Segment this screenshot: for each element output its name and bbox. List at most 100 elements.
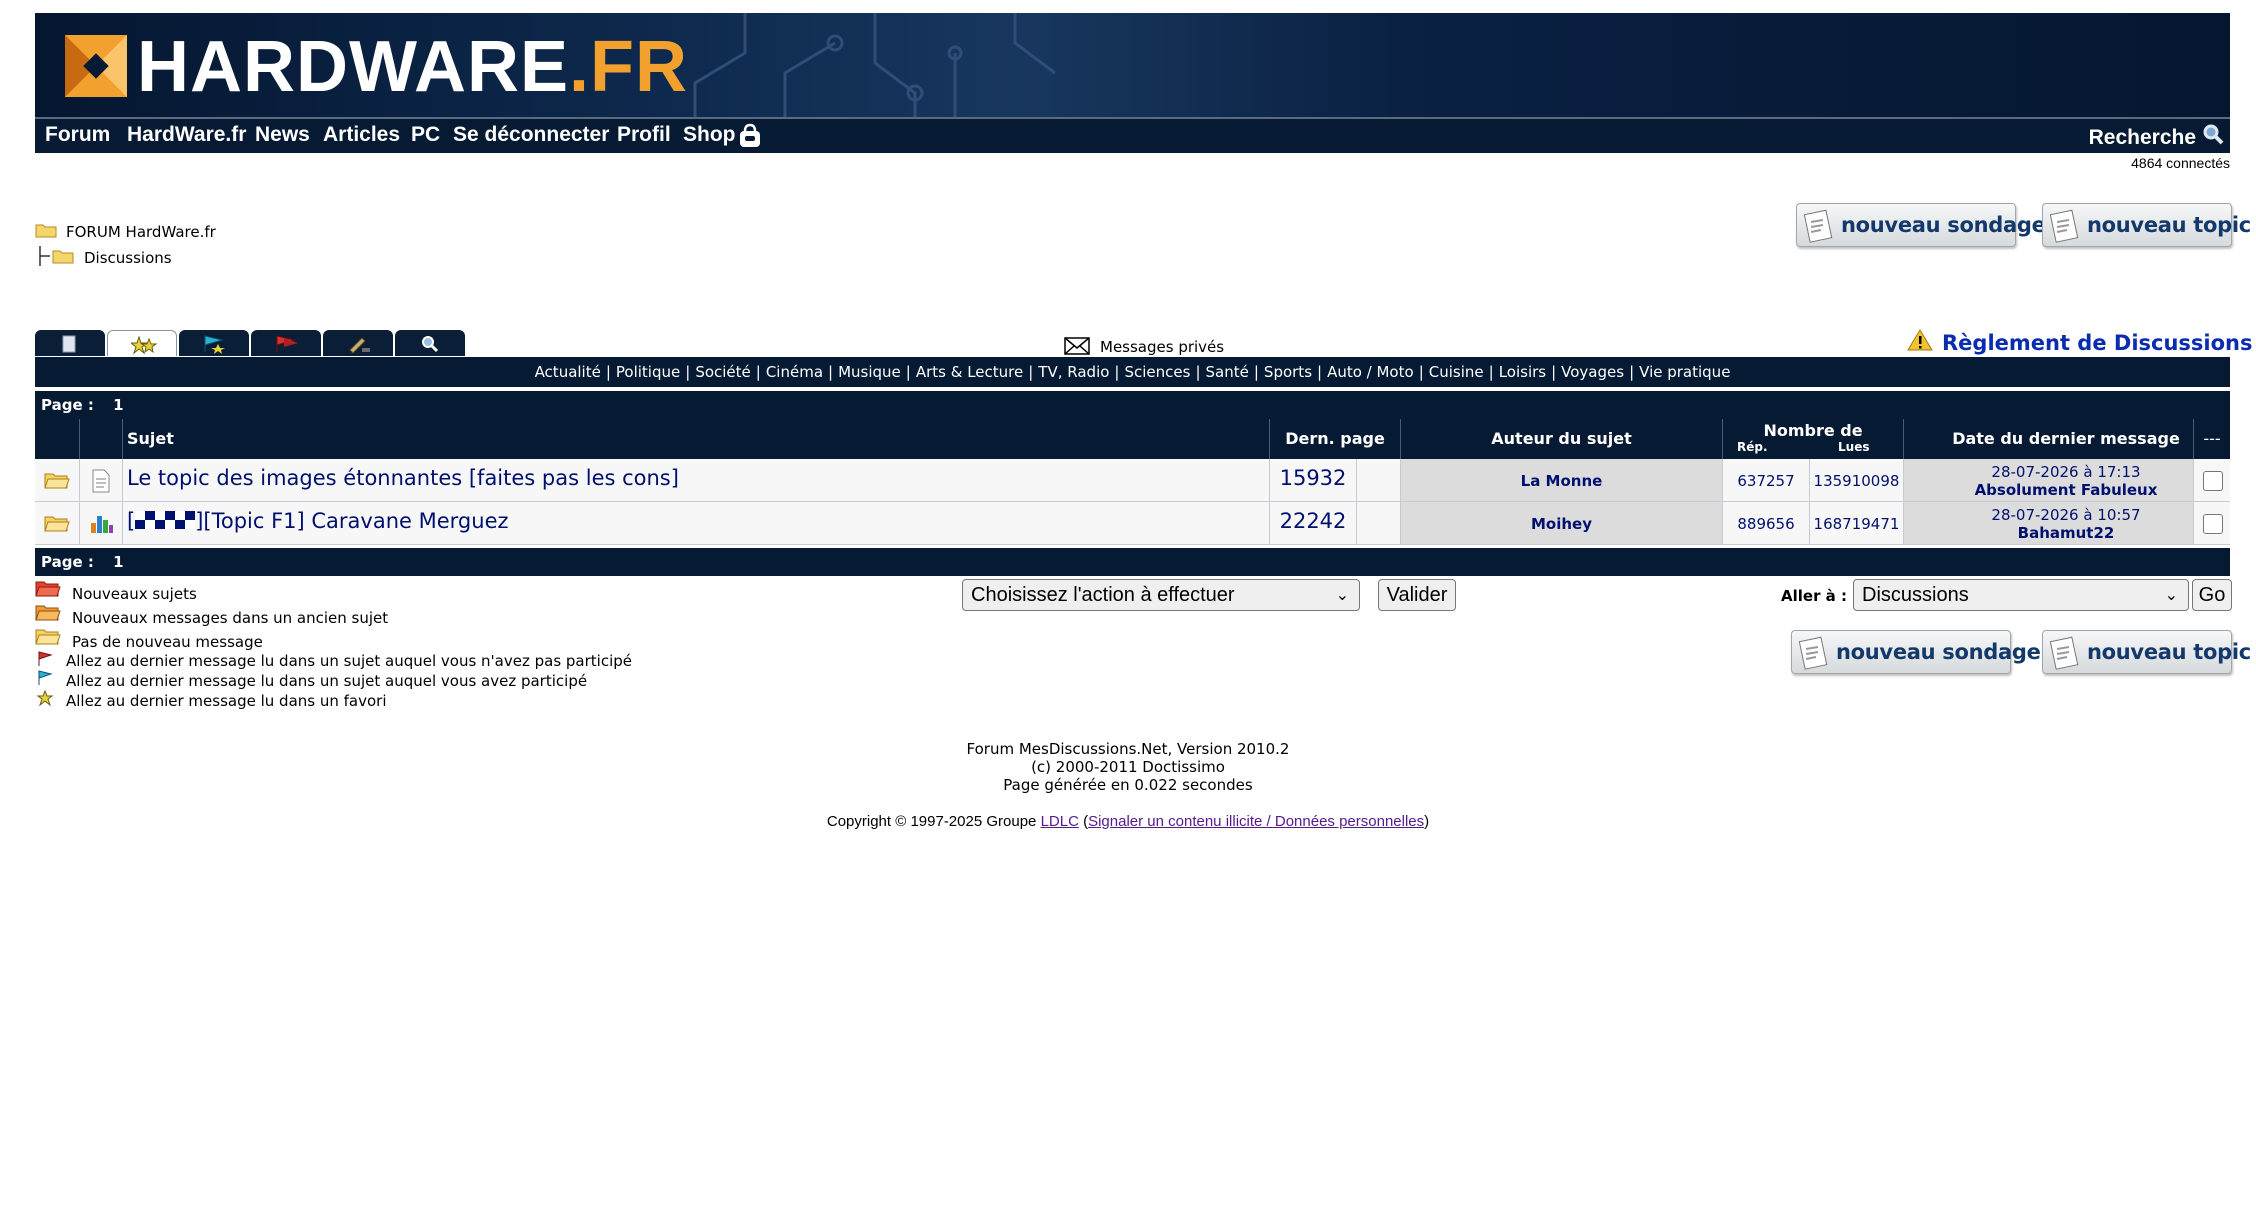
new-topic-label: nouveau topic [2087, 213, 2251, 237]
col-count-title: Nombre de [1763, 421, 1863, 440]
rules-link[interactable]: Règlement de Discussions [1942, 331, 2253, 355]
last-page-link[interactable]: 15932 [1280, 466, 1347, 490]
author-link[interactable]: Moihey [1531, 515, 1592, 533]
category-link[interactable]: Loisirs [1499, 363, 1546, 381]
shop-bag-icon[interactable] [738, 123, 762, 149]
folder-read-icon[interactable] [44, 470, 70, 490]
action-select[interactable]: Choisissez l'action à effectuer ⌄ [962, 579, 1360, 611]
page-number[interactable]: 1 [113, 553, 123, 571]
tab-read[interactable] [251, 330, 321, 356]
row-checkbox[interactable] [2203, 471, 2223, 491]
new-topic-button-top[interactable]: nouveau topic [2042, 203, 2251, 247]
row-last-msg-cell: 28-07-2026 à 10:57 Bahamut22 [1903, 502, 2228, 545]
nav-shop[interactable]: Shop [683, 123, 736, 147]
red-flag-small-icon [38, 651, 53, 666]
category-separator: | [1195, 363, 1201, 381]
nav-profile[interactable]: Profil [617, 123, 671, 147]
search-link[interactable]: Recherche [2089, 126, 2196, 150]
go-button[interactable]: Go [2192, 579, 2232, 611]
breadcrumb-child[interactable]: Discussions [84, 249, 172, 267]
tree-connector [39, 246, 50, 266]
category-link[interactable]: Sports [1264, 363, 1312, 381]
topic-title-link[interactable]: [ ][Topic F1] Caravane Merguez [127, 509, 509, 533]
page-label: Page : [41, 396, 94, 414]
category-link[interactable]: TV, Radio [1038, 363, 1109, 381]
last-message-date[interactable]: 28-07-2026 à 10:57 [1904, 506, 2228, 524]
category-link[interactable]: Voyages [1561, 363, 1624, 381]
category-link[interactable]: Société [695, 363, 750, 381]
category-link[interactable]: Actualité [535, 363, 601, 381]
category-link[interactable]: Arts & Lecture [916, 363, 1023, 381]
row-select-cell [2193, 459, 2230, 502]
row-flag-cell [35, 459, 79, 502]
document-icon [92, 469, 110, 493]
report-content-link[interactable]: Signaler un contenu illicite / Données p… [1088, 813, 1424, 830]
envelope-icon[interactable] [1064, 337, 1090, 355]
category-separator: | [1551, 363, 1557, 381]
row-checkbox[interactable] [2203, 514, 2223, 534]
last-page-link[interactable]: 22242 [1280, 509, 1347, 533]
validate-button[interactable]: Valider [1378, 579, 1456, 611]
nav-pc[interactable]: PC [411, 123, 440, 147]
tab-search[interactable] [395, 330, 465, 356]
category-link[interactable]: Auto / Moto [1327, 363, 1414, 381]
last-message-author[interactable]: Bahamut22 [1904, 524, 2228, 542]
row-last-msg-cell: 28-07-2026 à 17:13 Absolument Fabuleux [1903, 459, 2228, 502]
nav-logout[interactable]: Se déconnecter [453, 123, 609, 147]
row-replies-cell: 889656 [1722, 502, 1809, 545]
magnifier-icon [422, 336, 439, 353]
category-link[interactable]: Cuisine [1429, 363, 1484, 381]
new-topic-button-bottom[interactable]: nouveau topic [2042, 630, 2251, 674]
new-poll-button-bottom[interactable]: nouveau sondage [1791, 630, 2041, 674]
site-header: HARDWARE.FR Forum HardWare.fr News Artic… [35, 13, 2230, 153]
nav-forum[interactable]: Forum [45, 123, 110, 147]
topic-title-link[interactable]: Le topic des images étonnantes [faites p… [127, 466, 679, 490]
tab-participated[interactable] [179, 330, 249, 356]
tab-favorites[interactable] [107, 330, 177, 356]
folder-open-icon [52, 250, 74, 264]
main-nav: Forum HardWare.fr News Articles PC Se dé… [35, 117, 2230, 153]
nav-hardware[interactable]: HardWare.fr [127, 123, 246, 147]
category-separator: | [1629, 363, 1635, 381]
hardware-logo-icon[interactable] [65, 35, 127, 97]
circuit-decoration [693, 13, 1056, 117]
search-icon[interactable] [2202, 123, 2224, 145]
page-label: Page : [41, 553, 94, 571]
tab-my-posts[interactable] [323, 330, 393, 356]
goto-select[interactable]: Discussions ⌄ [1853, 579, 2189, 611]
col-subject: Sujet [122, 419, 1269, 459]
last-message-date[interactable]: 28-07-2026 à 17:13 [1904, 463, 2228, 481]
row-reads-cell: 168719471 [1809, 502, 1903, 545]
copyright-text: Copyright © 1997-2025 Groupe [826, 813, 1037, 830]
category-link[interactable]: Santé [1206, 363, 1249, 381]
ldlc-link[interactable]: LDLC [1041, 813, 1079, 830]
category-link[interactable]: Sciences [1124, 363, 1190, 381]
breadcrumb-root[interactable]: FORUM HardWare.fr [66, 223, 216, 241]
reads-count: 168719471 [1813, 515, 1900, 533]
nav-articles[interactable]: Articles [323, 123, 400, 147]
category-link[interactable]: Vie pratique [1639, 363, 1730, 381]
row-type-cell [79, 459, 122, 502]
blue-flag-icon [204, 335, 225, 354]
site-logo-text[interactable]: HARDWARE.FR [137, 31, 688, 103]
author-link[interactable]: La Monne [1521, 472, 1603, 490]
last-message-author[interactable]: Absolument Fabuleux [1904, 481, 2228, 499]
category-link[interactable]: Cinéma [766, 363, 823, 381]
banner: HARDWARE.FR [35, 13, 2230, 117]
folder-icon [35, 224, 57, 238]
legend-not-participated: Allez au dernier message lu dans un suje… [66, 652, 632, 670]
new-poll-button-top[interactable]: nouveau sondage [1796, 203, 2046, 247]
replies-count: 889656 [1737, 515, 1795, 533]
page-number[interactable]: 1 [113, 396, 123, 414]
category-separator: | [755, 363, 761, 381]
tab-all-topics[interactable] [35, 330, 105, 356]
nav-news[interactable]: News [255, 123, 310, 147]
private-messages-link[interactable]: Messages privés [1100, 338, 1224, 356]
folder-read-icon[interactable] [44, 513, 70, 533]
page-icon [62, 335, 76, 353]
site-copyright: Copyright © 1997-2025 Groupe LDLC (Signa… [826, 813, 1430, 830]
category-link[interactable]: Politique [616, 363, 680, 381]
row-replies-cell: 637257 [1722, 459, 1809, 502]
row-jump-cell [1356, 502, 1400, 545]
category-link[interactable]: Musique [838, 363, 901, 381]
